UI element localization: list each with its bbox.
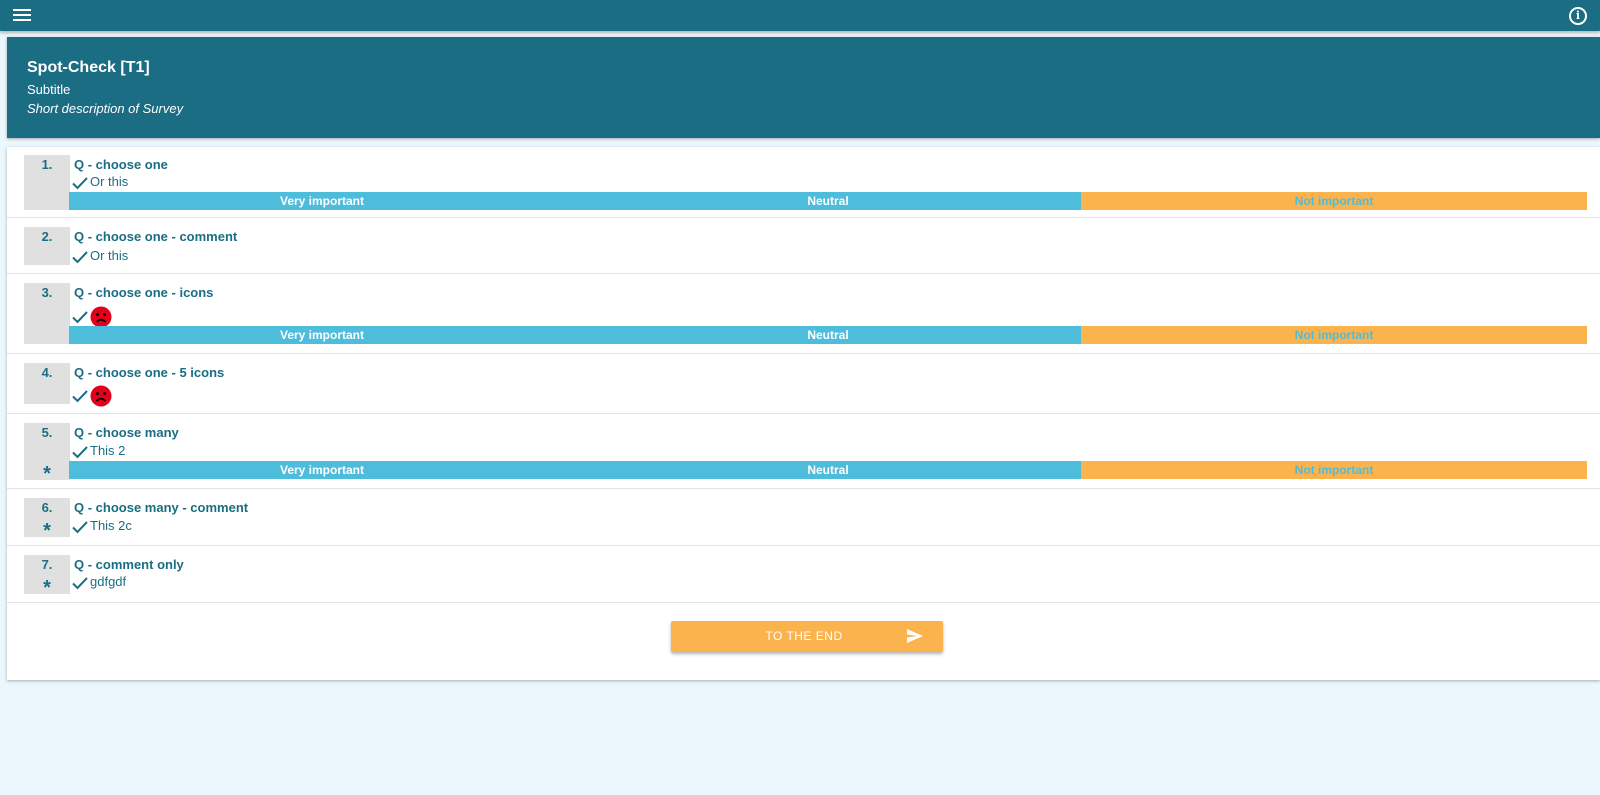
question-number-box: 1.	[24, 155, 70, 210]
question-answer[interactable]: gdfgdf	[72, 572, 126, 592]
question-answer[interactable]	[72, 304, 112, 328]
question-title: Q - choose many - comment	[74, 500, 249, 515]
question-title: Q - choose one - 5 icons	[74, 365, 225, 380]
scale-very-important[interactable]: Very important	[69, 326, 575, 344]
question-answer[interactable]: This 2	[72, 441, 125, 461]
check-icon	[72, 389, 88, 403]
question-number: 1.	[41, 157, 53, 172]
question-answer[interactable]: Or this	[72, 172, 128, 192]
question-number-box: 5. *	[24, 423, 70, 485]
scale-not-important[interactable]: Not important	[1081, 461, 1587, 479]
question-item[interactable]: 4. Q - choose one - 5 icons	[7, 355, 1600, 414]
questions-card: 1. Q - choose one Or this Very important…	[7, 147, 1600, 680]
required-marker: *	[43, 520, 51, 542]
question-number: 3.	[41, 285, 53, 300]
survey-subtitle: Subtitle	[27, 82, 71, 97]
question-title: Q - comment only	[74, 557, 184, 572]
question-number-box: 3.	[24, 283, 70, 344]
question-answer[interactable]	[72, 383, 112, 407]
answer-text: This 2	[90, 443, 126, 458]
question-number-box: 4.	[24, 363, 70, 404]
question-item[interactable]: 7. * Q - comment only gdfgdf	[7, 547, 1600, 603]
send-icon	[907, 629, 923, 643]
question-title: Q - choose many	[74, 425, 179, 440]
survey-title: Spot-Check [T1]	[27, 59, 150, 76]
scale-very-important[interactable]: Very important	[69, 192, 575, 210]
question-number-box: 2.	[24, 227, 70, 265]
question-item[interactable]: 6. * Q - choose many - comment This 2c	[7, 490, 1600, 546]
check-icon	[72, 576, 88, 590]
question-item[interactable]: 5. * Q - choose many This 2 Very importa…	[7, 415, 1600, 489]
sad-face-icon	[90, 306, 112, 328]
answer-text: This 2c	[90, 518, 132, 533]
question-number: 2.	[41, 229, 53, 244]
answer-text: Or this	[90, 174, 129, 189]
question-number: 7.	[41, 557, 53, 572]
question-item[interactable]: 2. Q - choose one - comment Or this	[7, 219, 1600, 274]
scale-not-important[interactable]: Not important	[1081, 192, 1587, 210]
to-the-end-button[interactable]: TO THE END	[671, 621, 943, 652]
question-number: 4.	[41, 365, 53, 380]
check-icon	[72, 520, 88, 534]
scale-very-important[interactable]: Very important	[69, 461, 575, 479]
question-answer[interactable]: This 2c	[72, 516, 132, 536]
scale-not-important[interactable]: Not important	[1081, 326, 1587, 344]
survey-description: Short description of Survey	[27, 101, 184, 116]
question-answer[interactable]: Or this	[72, 246, 128, 266]
sad-face-icon	[90, 385, 112, 407]
question-title: Q - choose one - icons	[74, 285, 214, 300]
scale-neutral[interactable]: Neutral	[575, 192, 1081, 210]
importance-scale: Very important Neutral Not important	[69, 461, 1587, 479]
question-number: 6.	[41, 500, 53, 515]
to-the-end-label: TO THE END	[765, 629, 843, 643]
question-number: 5.	[41, 425, 53, 440]
check-icon	[72, 310, 88, 324]
question-title: Q - choose one - comment	[74, 229, 238, 244]
check-icon	[72, 250, 88, 264]
question-item[interactable]: 1. Q - choose one Or this Very important…	[7, 147, 1600, 218]
importance-scale: Very important Neutral Not important	[69, 326, 1587, 344]
question-number-box: 6. *	[24, 498, 70, 542]
info-icon[interactable]: i	[1569, 7, 1587, 25]
question-number-box: 7. *	[24, 555, 70, 599]
importance-scale: Very important Neutral Not important	[69, 192, 1587, 210]
menu-icon[interactable]	[13, 9, 31, 23]
scale-neutral[interactable]: Neutral	[575, 326, 1081, 344]
survey-header: Spot-Check [T1] Subtitle Short descripti…	[7, 37, 1600, 138]
required-marker: *	[43, 463, 51, 485]
scale-neutral[interactable]: Neutral	[575, 461, 1081, 479]
check-icon	[72, 176, 88, 190]
question-title: Q - choose one	[74, 157, 168, 172]
top-app-bar: i	[0, 0, 1600, 31]
check-icon	[72, 445, 88, 459]
question-item[interactable]: 3. Q - choose one - icons Very important…	[7, 275, 1600, 354]
answer-text: Or this	[90, 248, 129, 263]
required-marker: *	[43, 577, 51, 599]
answer-text: gdfgdf	[90, 574, 127, 589]
